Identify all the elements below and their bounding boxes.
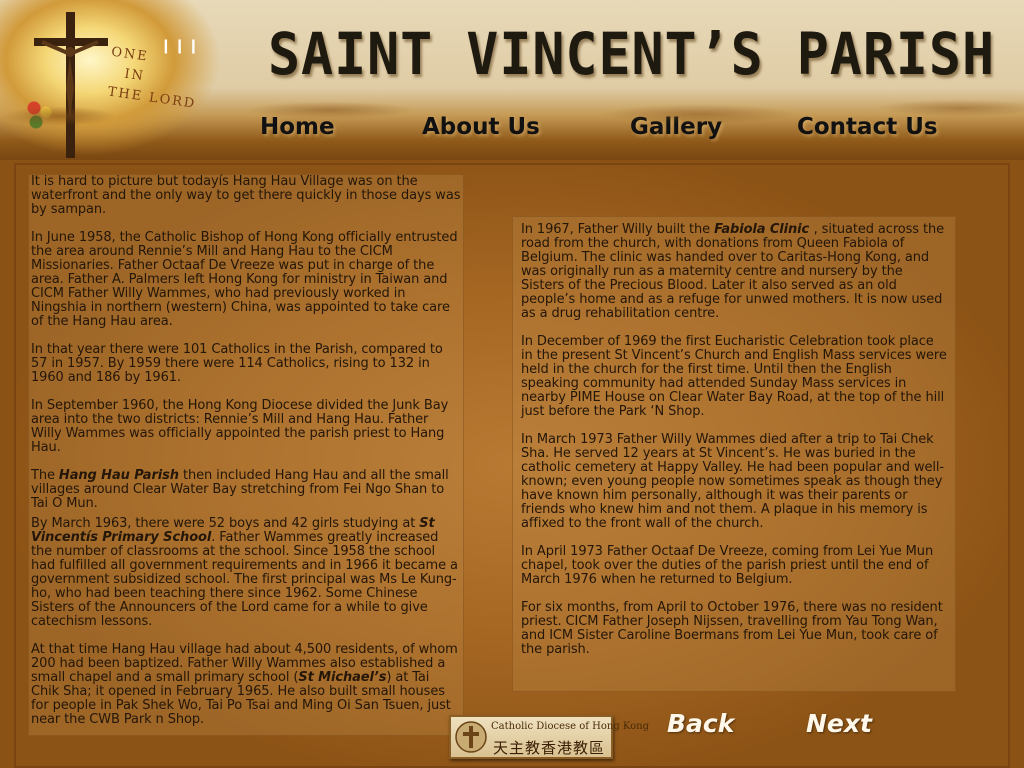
site-title: SAINT VINCENT’S PARISH: [268, 20, 996, 88]
history-paragraph: In April 1973 Father Octaaf De Vreeze, c…: [521, 544, 934, 587]
history-paragraph: In March 1973 Father Willy Wammes died a…: [521, 432, 945, 531]
text-run: . Father Wammes greatly increased the nu…: [31, 530, 458, 629]
school-name: St Michael’s: [298, 670, 387, 685]
history-paragraph: In September 1960, the Hong Kong Diocese…: [31, 398, 449, 455]
history-paragraph: At that time Hang Hau village had about …: [31, 643, 461, 727]
diocese-name-en: Catholic Diocese of Hong Kong: [491, 721, 649, 732]
parish-name: Hang Hau Parish: [58, 468, 179, 483]
text-run: The: [31, 468, 59, 483]
nav-gallery[interactable]: Gallery: [630, 114, 722, 140]
main-nav: Home About Us Gallery Contact Us: [0, 114, 1024, 148]
history-paragraph: It is hard to picture but todayís Hang H…: [31, 174, 461, 217]
history-paragraph: The Hang Hau Parish then included Hang H…: [31, 469, 461, 511]
history-paragraph: By March 1963, there were 52 boys and 42…: [31, 517, 461, 629]
history-column-right: In 1967, Father Willy built the Fabiola …: [512, 216, 956, 692]
text-run: , situated across the road from the chur…: [521, 222, 945, 321]
history-paragraph: In 1967, Father Willy built the Fabiola …: [521, 223, 949, 321]
text-run: By March 1963, there were 52 boys and 42…: [31, 516, 420, 531]
nav-contact-us[interactable]: Contact Us: [797, 114, 938, 140]
site-header: ❙❙❙ ONE IN THE LORD SAINT VINCENT’S PARI…: [0, 0, 1024, 160]
diocese-emblem-icon: [455, 721, 487, 753]
crucifix-icon: [34, 12, 108, 158]
diocese-name-zh: 天主教香港教區: [493, 739, 606, 757]
next-link[interactable]: Next: [806, 709, 872, 738]
clinic-name: Fabiola Clinic: [714, 222, 814, 237]
text-run: In 1967, Father Willy built the: [521, 222, 715, 237]
nav-home[interactable]: Home: [260, 114, 335, 140]
nav-about-us[interactable]: About Us: [422, 114, 540, 140]
history-paragraph: In December of 1969 the first Eucharisti…: [521, 334, 947, 419]
back-link[interactable]: Back: [667, 709, 734, 738]
flowers-decoration: [22, 96, 58, 132]
history-paragraph: In that year there were 101 Catholics in…: [31, 342, 443, 385]
history-column-left: It is hard to picture but todayís Hang H…: [28, 174, 464, 736]
history-paragraph: In June 1958, the Catholic Bishop of Hon…: [31, 230, 458, 329]
history-paragraph: For six months, from April to October 19…: [521, 600, 943, 657]
diocese-link[interactable]: Catholic Diocese of Hong Kong 天主教香港教區: [449, 715, 649, 759]
